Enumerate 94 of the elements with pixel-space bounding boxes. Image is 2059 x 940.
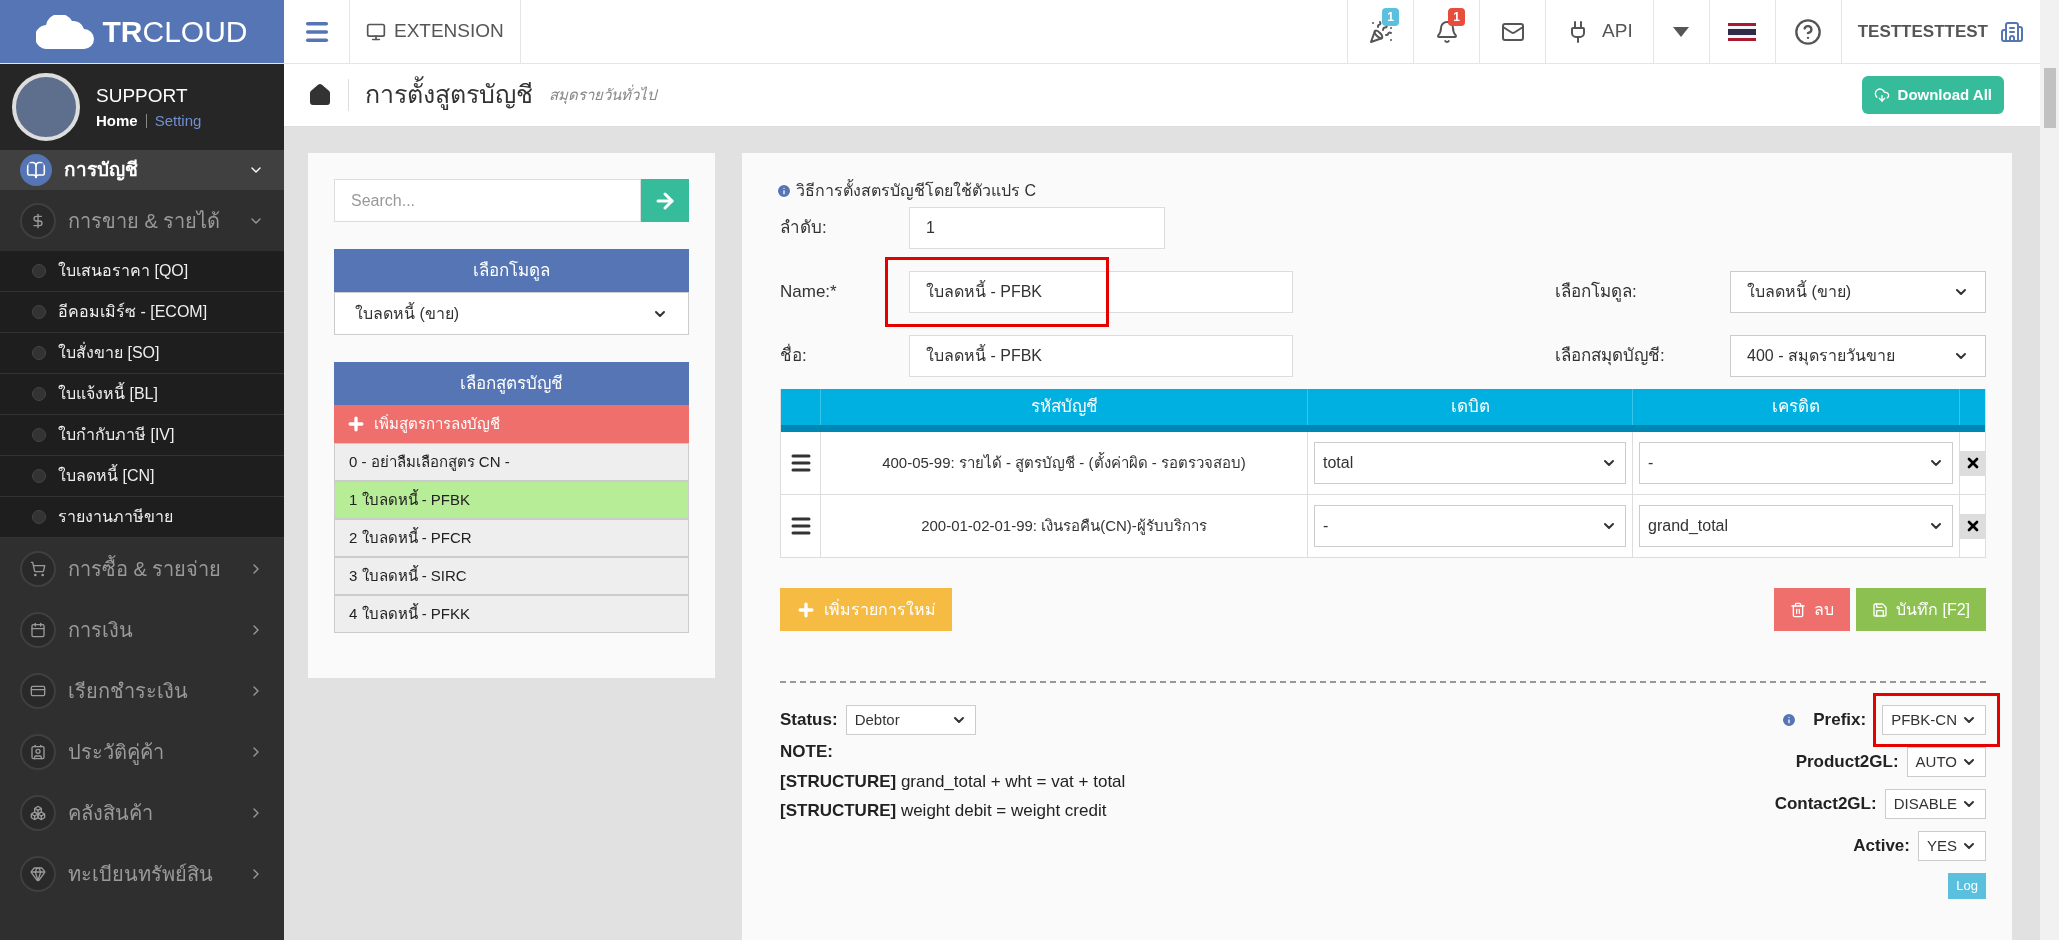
sidebar-subitem[interactable]: ใบแจ้งหนี้ [BL] [0, 374, 284, 415]
text-field[interactable]: 1 [909, 207, 1165, 249]
sidebar-subitem[interactable]: ใบกำกับภาษี [IV] [0, 415, 284, 456]
sidebar-subitem[interactable]: ใบสั่งขาย [SO] [0, 333, 284, 374]
notification-badge: 1 [1382, 8, 1400, 26]
sidebar-item[interactable]: การบัญชี [0, 150, 284, 190]
table-cell: 400-05-99: รายได้ - สูตรบัญชี - (ตั้งค่าผิด - รอตรวจสอบ) [820, 432, 1307, 494]
remove-row-button[interactable] [1960, 513, 1985, 539]
option-select[interactable]: YES [1918, 831, 1986, 861]
bell-icon [1434, 19, 1459, 44]
bullet-icon [32, 305, 46, 319]
sidebar-item[interactable]: ประวัติคู่ค้า [0, 721, 284, 782]
option-select[interactable]: PFBK-CN [1882, 705, 1986, 735]
field-label: Name:* [780, 281, 838, 304]
building-icon [2000, 19, 2024, 44]
notification-badge: 1 [1448, 8, 1466, 26]
api-button[interactable]: API [1545, 0, 1653, 63]
extension-button[interactable]: EXTENSION [350, 0, 521, 63]
formula-item[interactable]: 0 - อย่าลืมเลือกสูตร CN - [334, 443, 689, 481]
cloud-icon [36, 14, 95, 49]
structure-text: [STRUCTURE] weight debit = weight credit [780, 800, 1108, 822]
field-label: เลือกโมดูล: [1555, 280, 1638, 304]
field-label: Status: [780, 709, 838, 732]
notification-button[interactable]: 1 [1413, 0, 1480, 63]
profile-link[interactable]: Home [96, 110, 138, 133]
module-select[interactable]: ใบลดหนี้ (ขาย) [334, 292, 689, 335]
field-label: Active: [1853, 835, 1910, 858]
sidebar-item[interactable]: การเงิน [0, 599, 284, 660]
note-label: NOTE: [780, 741, 834, 763]
sidebar-item[interactable]: คลังสินค้า [0, 782, 284, 843]
option-select[interactable]: DISABLE [1884, 789, 1986, 819]
info-icon [1781, 712, 1798, 728]
logo[interactable]: TRCLOUD [0, 0, 284, 63]
info-text: วิธีการตั้งสตรบัญชีโดยใช้ตัวแปร C [796, 179, 1036, 203]
field-label: Contact2GL: [1774, 793, 1877, 816]
formula-item[interactable]: 2 ใบลดหนี้ - PFCR [334, 519, 689, 557]
formula-item[interactable]: 3 ใบลดหนี้ - SIRC [334, 557, 689, 595]
book-icon [20, 154, 52, 186]
column-header: เครดิต [1632, 389, 1959, 425]
monitor-icon [366, 21, 386, 42]
home-icon[interactable] [308, 83, 332, 107]
field-label: ลำดับ: [780, 217, 828, 240]
info-icon [776, 183, 792, 199]
sidebar-subitem[interactable]: รายงานภาษีขาย [0, 497, 284, 538]
trash-icon [1790, 601, 1806, 618]
party-popper-icon [1368, 19, 1393, 44]
option-select[interactable]: AUTO [1906, 747, 1986, 777]
save-icon [1872, 601, 1888, 618]
column-header: เดบิต [1307, 389, 1632, 425]
page-title: การตั้งสูตรบัญชี [365, 76, 533, 114]
profile-link[interactable]: Setting [154, 110, 202, 133]
journal-select[interactable]: 400 - สมุดรายวันขาย [1730, 335, 1986, 377]
status-select[interactable]: Debtor [845, 705, 976, 735]
help-icon [1794, 17, 1823, 46]
field-label: Prefix: [1813, 709, 1867, 732]
logo-text: TRCLOUD [102, 14, 248, 50]
profile-name: SUPPORT [96, 83, 189, 108]
text-field[interactable]: ใบลดหนี้ - PFBK [909, 271, 1293, 313]
bullet-icon [32, 428, 46, 442]
cloud-download-icon [1873, 87, 1890, 103]
flag-icon [1728, 22, 1757, 41]
sidebar-item[interactable]: ทะเบียนทรัพย์สิน [0, 843, 284, 904]
sidebar-subitem[interactable]: ใบเสนอราคา [QO] [0, 251, 284, 292]
scrollbar[interactable] [2040, 0, 2059, 940]
field-label: เลือกสมุดบัญชี: [1555, 345, 1666, 368]
debit-select[interactable]: total [1314, 442, 1626, 484]
credit-select[interactable]: - [1639, 442, 1953, 484]
text-field[interactable]: ใบลดหนี้ - PFBK [909, 335, 1293, 377]
column-header: รหัสบัญชี [820, 389, 1307, 425]
bullet-icon [32, 510, 46, 524]
debit-select[interactable]: - [1314, 505, 1626, 547]
sidebar-item[interactable]: เรียกชำระเงิน [0, 660, 284, 721]
sidebar-subitem[interactable]: ใบลดหนี้ [CN] [0, 456, 284, 497]
formula-item[interactable]: 1 ใบลดหนี้ - PFBK [334, 481, 689, 519]
caret-icon [1673, 26, 1690, 37]
sidebar-item[interactable]: การขาย & รายได้ [0, 190, 284, 251]
structure-text: [STRUCTURE] grand_total + wht = vat + total [780, 770, 1126, 793]
page-subtitle: สมุดรายวันทั่วไป [549, 83, 657, 106]
sidebar-item[interactable]: การซื้อ & รายจ่าย [0, 538, 284, 599]
panel-header: เลือกโมดูล [334, 249, 689, 292]
bullet-icon [32, 387, 46, 401]
plus-icon [346, 414, 366, 434]
remove-row-button[interactable] [1960, 450, 1985, 476]
table-cell: 200-01-02-01-99: เงินรอคืน(CN)-ผู้รับบริการ [820, 495, 1307, 557]
panel-header: เลือกสูตรบัญชี [334, 362, 689, 405]
sidebar-subitem[interactable]: อีคอมเมิร์ซ - [ECOM] [0, 292, 284, 333]
module-select[interactable]: ใบลดหนี้ (ขาย) [1730, 271, 1986, 313]
formula-item[interactable]: 4 ใบลดหนี้ - PFKK [334, 595, 689, 633]
bullet-icon [32, 264, 46, 278]
bullet-icon [32, 469, 46, 483]
credit-select[interactable]: grand_total [1639, 505, 1953, 547]
field-label: Product2GL: [1795, 751, 1899, 774]
field-label: ชื่อ: [780, 343, 909, 369]
bullet-icon [32, 346, 46, 360]
